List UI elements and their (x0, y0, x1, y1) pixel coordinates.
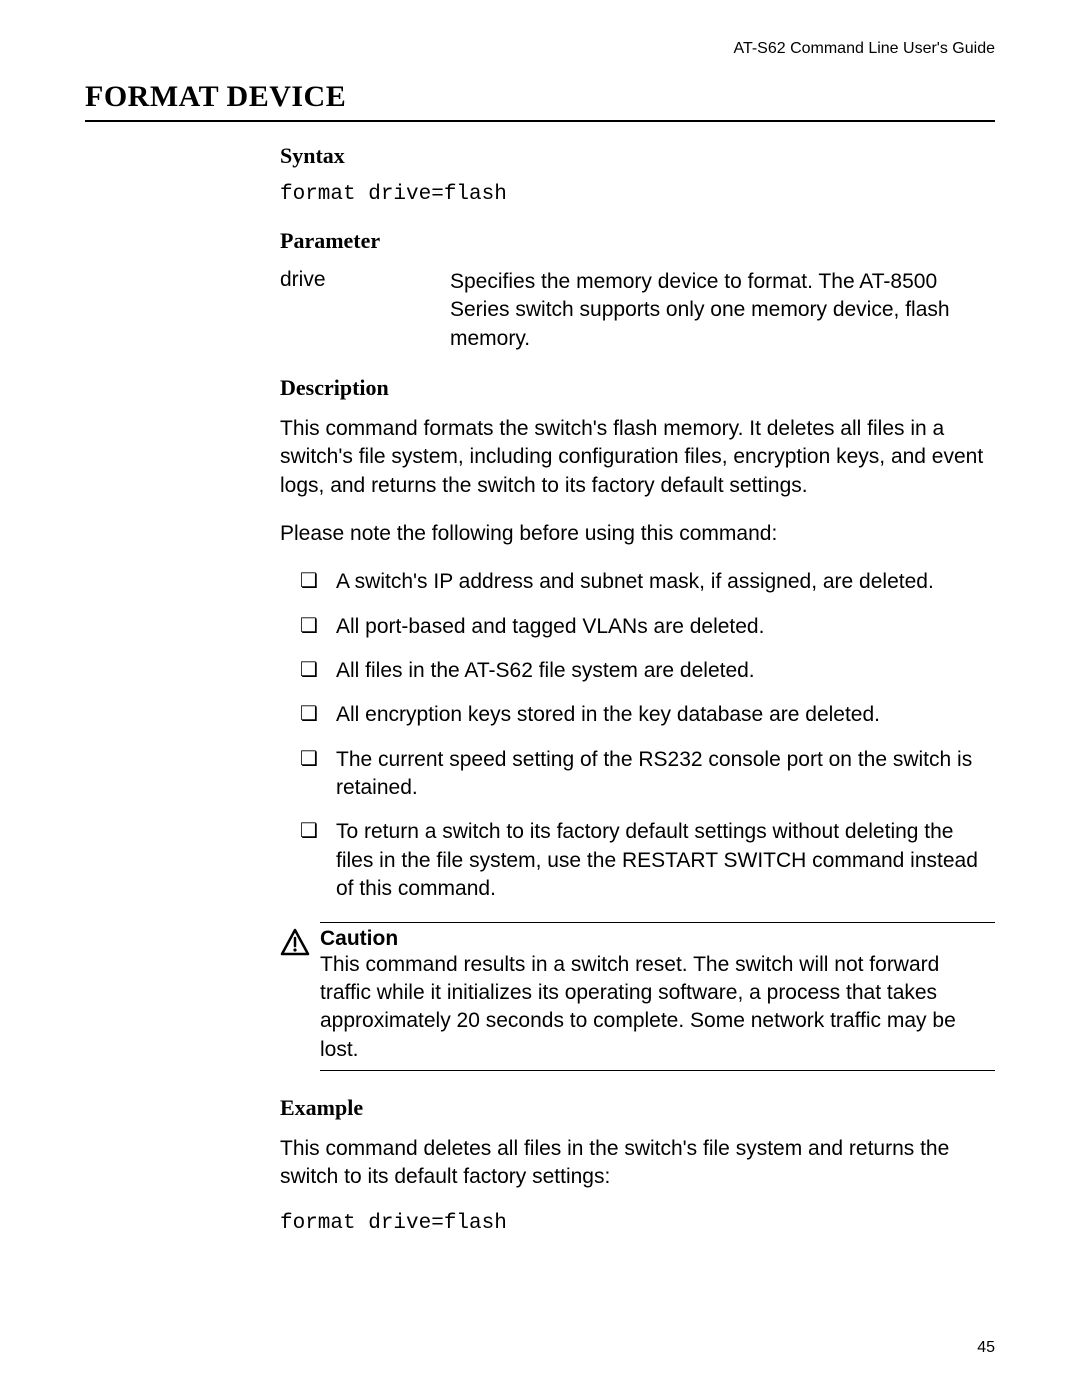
list-item: All files in the AT-S62 file system are … (300, 657, 995, 685)
description-para-2: Please note the following before using t… (280, 520, 995, 548)
page-number: 45 (977, 1339, 995, 1357)
description-heading: Description (280, 375, 995, 401)
list-item: All port-based and tagged VLANs are dele… (300, 613, 995, 641)
description-bullets: A switch's IP address and subnet mask, i… (280, 568, 995, 903)
description-para-1: This command formats the switch's flash … (280, 415, 995, 500)
parameter-row: drive Specifies the memory device to for… (280, 268, 995, 353)
main-content: Syntax format drive=flash Parameter driv… (280, 135, 995, 1257)
list-item: A switch's IP address and subnet mask, i… (300, 568, 995, 596)
list-item: To return a switch to its factory defaul… (300, 818, 995, 903)
caution-text: This command results in a switch reset. … (320, 951, 995, 1064)
parameter-description: Specifies the memory device to format. T… (450, 268, 995, 353)
syntax-heading: Syntax (280, 143, 995, 169)
caution-title: Caution (320, 927, 995, 951)
example-code: format drive=flash (280, 1212, 995, 1235)
syntax-code: format drive=flash (280, 183, 995, 206)
list-item: All encryption keys stored in the key da… (300, 701, 995, 729)
page-title: FORMAT DEVICE (85, 80, 995, 122)
parameter-heading: Parameter (280, 228, 995, 254)
list-item: The current speed setting of the RS232 c… (300, 746, 995, 803)
warning-icon (280, 928, 310, 963)
example-para: This command deletes all files in the sw… (280, 1135, 995, 1192)
running-header: AT-S62 Command Line User's Guide (733, 40, 995, 58)
caution-block: Caution This command results in a switch… (280, 922, 995, 1071)
parameter-name: drive (280, 268, 450, 353)
example-heading: Example (280, 1095, 995, 1121)
